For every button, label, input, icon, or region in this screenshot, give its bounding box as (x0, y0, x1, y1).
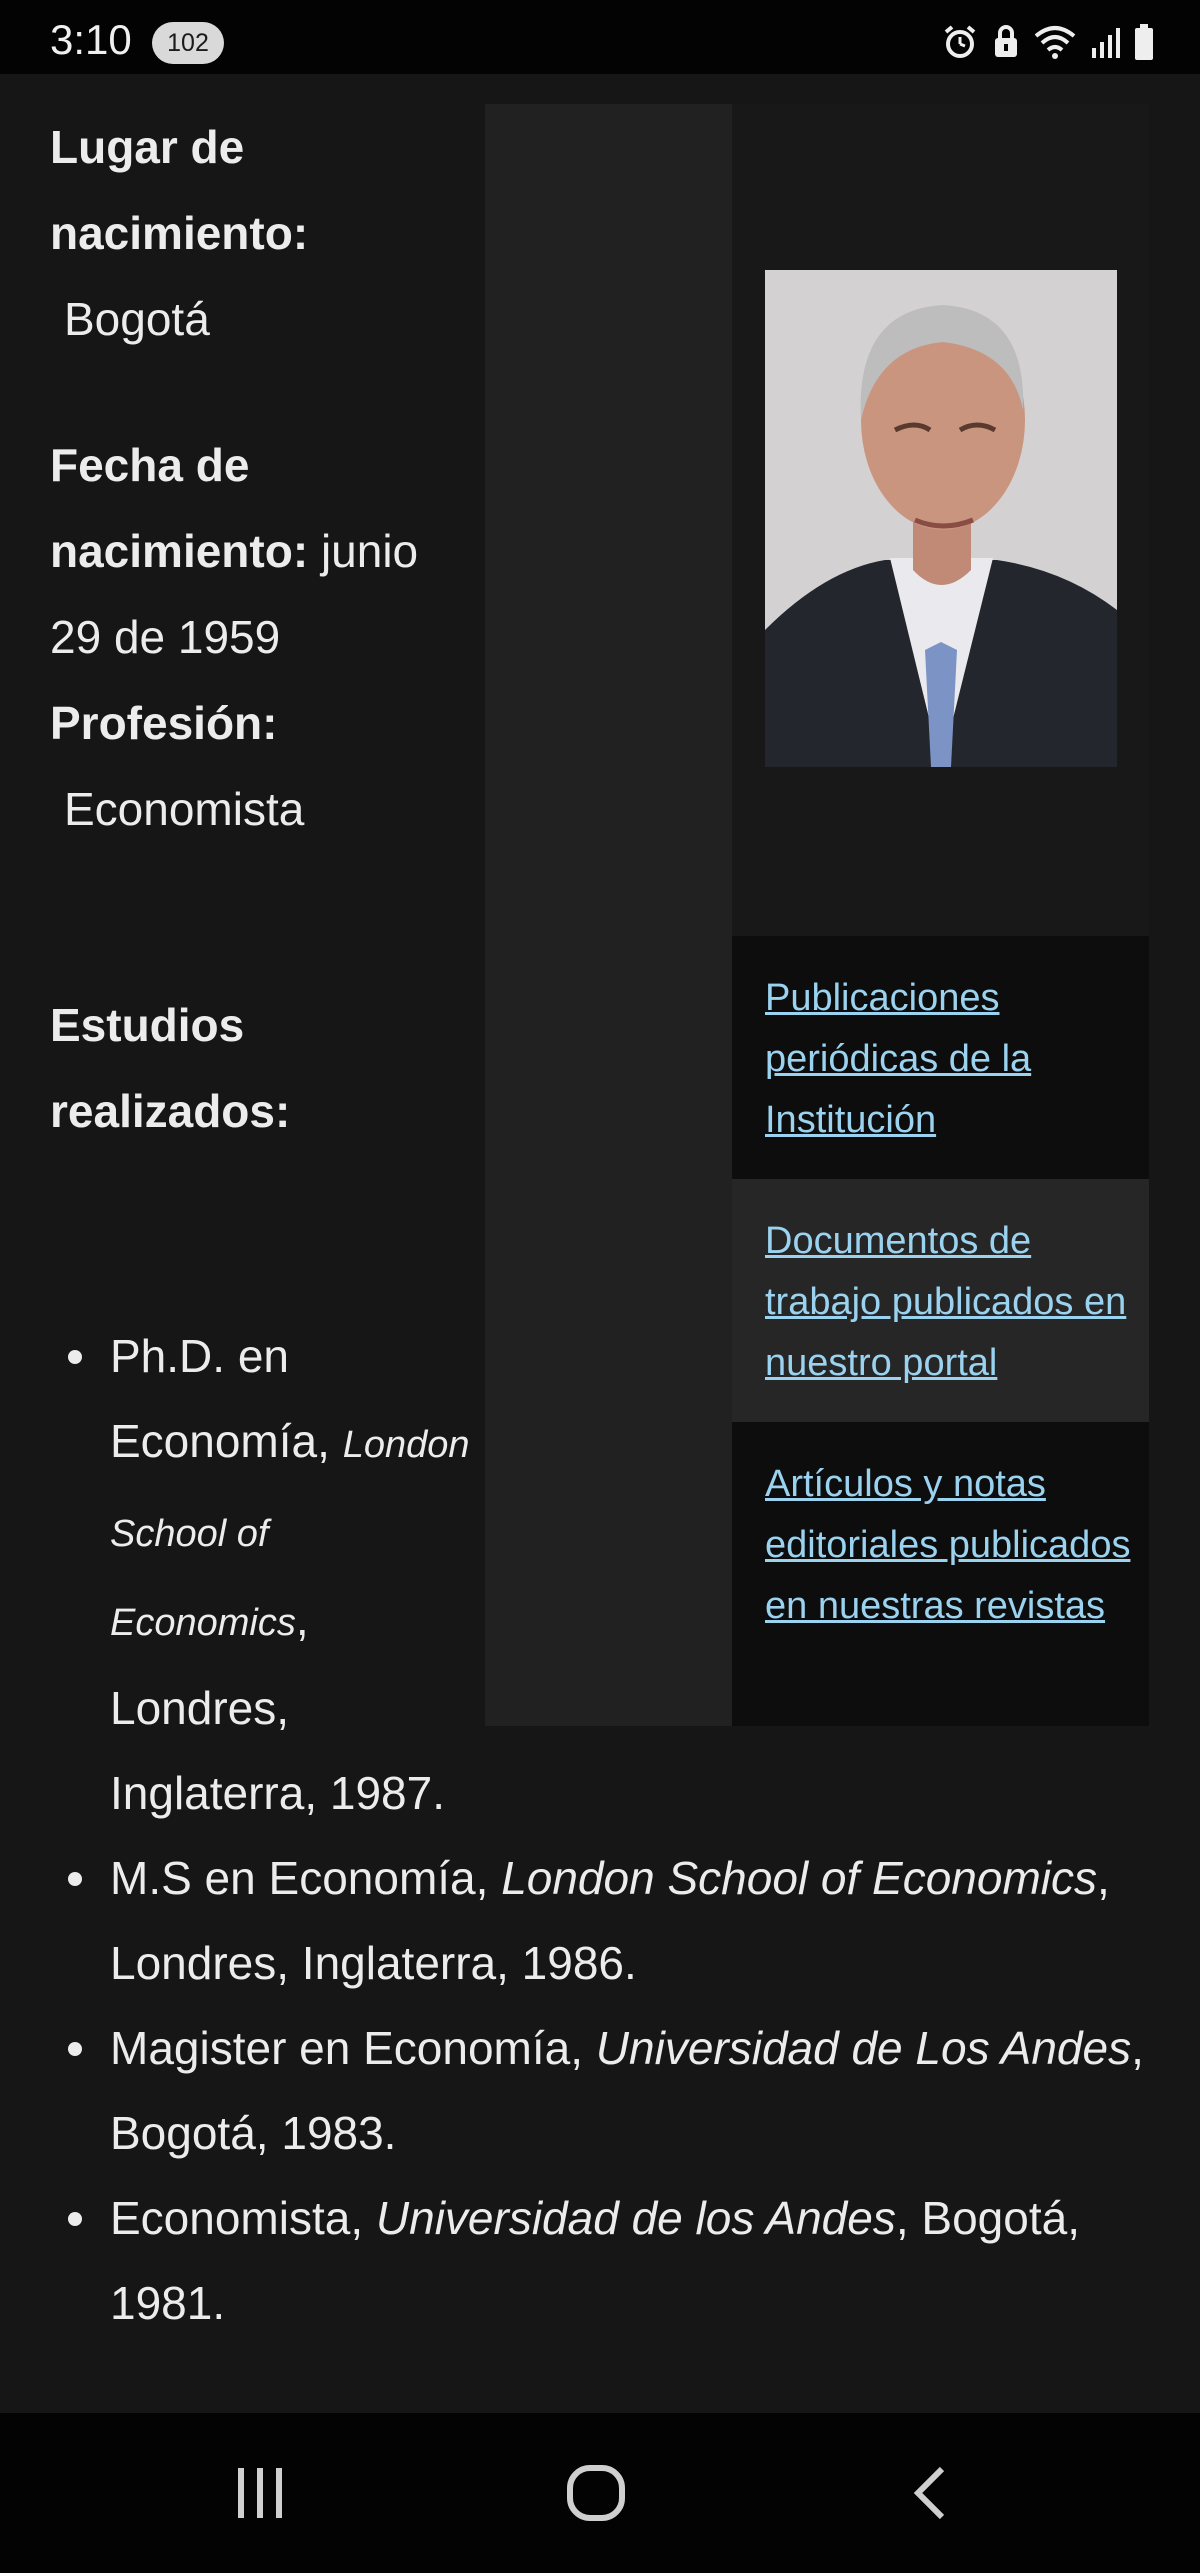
birthplace-label: Lugar de nacimiento: (50, 121, 309, 259)
study-degree: Magister en Economía, (110, 2022, 596, 2074)
wifi-icon (1034, 26, 1076, 59)
studies-list: Ph.D. en Economía, London School of Econ… (62, 1314, 1162, 2346)
study-degree: Ph.D. en Economía, (110, 1330, 330, 1467)
signal-icon (1092, 28, 1120, 58)
profession-label: Profesión: (50, 697, 278, 749)
study-institution: London School of Economics (501, 1852, 1098, 1904)
page-content: Lugar de nacimiento: Bogotá Fecha de nac… (0, 74, 1200, 2413)
notification-count-badge: 102 (152, 22, 224, 64)
link-panel-publications: Publicaciones periódicas de la Instituci… (732, 936, 1149, 1179)
back-button[interactable] (890, 2453, 970, 2533)
list-item: Magister en Economía, Universidad de Los… (62, 2006, 1170, 2176)
profession-value: Economista (64, 783, 305, 835)
profile-details: Lugar de nacimiento: Bogotá Fecha de nac… (50, 104, 470, 1154)
recent-apps-button[interactable] (220, 2453, 300, 2533)
navigation-bar (0, 2413, 1200, 2573)
status-icons (942, 24, 1154, 60)
studies-label: Estudios realizados: (50, 999, 291, 1137)
lock-icon (995, 25, 1017, 57)
home-icon (567, 2465, 625, 2521)
back-icon (913, 2466, 945, 2520)
list-item: M.S en Economía, London School of Econom… (62, 1836, 1110, 2006)
list-item: Economista, Universidad de los Andes, Bo… (62, 2176, 1110, 2346)
status-bar: 3:10 102 (0, 0, 1200, 74)
alarm-icon (944, 25, 976, 58)
study-degree: M.S en Economía, (110, 1852, 502, 1904)
study-institution: Universidad de los Andes (375, 2192, 896, 2244)
status-time: 3:10 (50, 16, 132, 63)
battery-icon (1135, 24, 1153, 60)
home-button[interactable] (556, 2453, 636, 2533)
profile-photo (765, 270, 1117, 767)
study-institution: Universidad de Los Andes (595, 2022, 1132, 2074)
list-item: Ph.D. en Economía, London School of Econ… (62, 1314, 470, 1836)
study-degree: Economista, (110, 2192, 376, 2244)
birthdate-label: Fecha de nacimiento: (50, 439, 309, 577)
birthplace-value: Bogotá (64, 293, 210, 345)
link-publications[interactable]: Publicaciones periódicas de la Instituci… (765, 968, 1135, 1151)
recent-apps-icon (238, 2468, 282, 2518)
